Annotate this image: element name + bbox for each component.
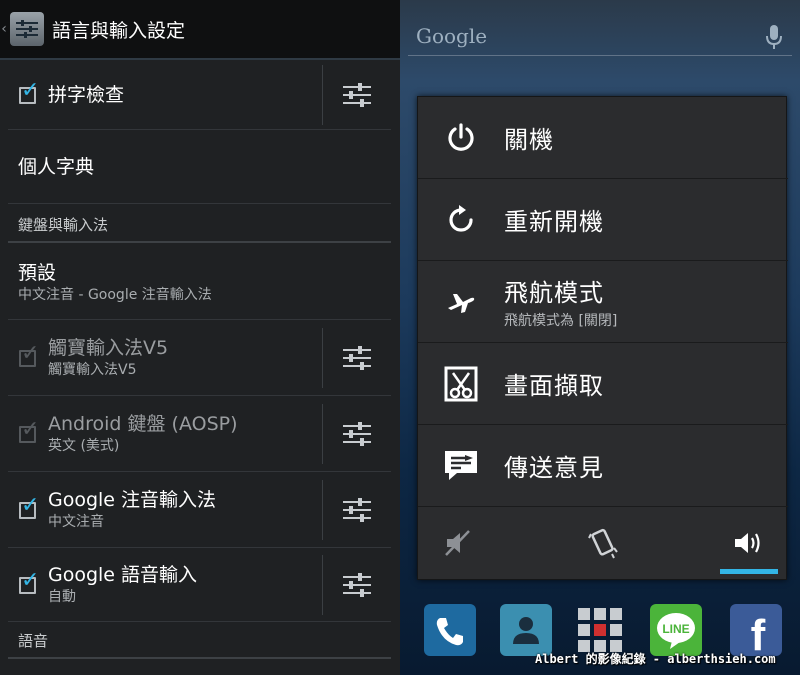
default-label: 預設 [18, 261, 57, 284]
personal-dictionary-row[interactable]: 個人字典 [8, 130, 391, 204]
svg-text:LINE: LINE [662, 622, 689, 636]
feedback-icon [418, 425, 504, 507]
default-input-row[interactable]: 預設 中文注音 - Google 注音輸入法 [8, 246, 391, 320]
spell-check-row[interactable]: ✓ 拼字檢查 [8, 60, 391, 130]
input-method-summary: 英文 (美式) [48, 437, 120, 454]
power-menu-dialog: 關機 重新開機 飛航模式 飛航模式為 [關閉] 畫面擷取 傳送意見 [417, 96, 788, 581]
sound-on-mode-icon[interactable] [718, 523, 778, 563]
input-method-label: Google 語音輸入 [48, 563, 198, 586]
airplane-mode-item[interactable]: 飛航模式 飛航模式為 [關閉] [418, 261, 788, 343]
reboot-icon [418, 179, 504, 261]
app-drawer-icon[interactable] [574, 604, 626, 656]
input-method-label: Google 注音輸入法 [48, 488, 217, 511]
airplane-icon [418, 261, 504, 343]
input-method-summary: 觸寶輸入法V5 [48, 361, 137, 378]
selected-sound-mode-indicator [720, 569, 778, 574]
facebook-app-icon[interactable]: f [730, 604, 782, 660]
contacts-app-icon[interactable] [500, 604, 552, 656]
line-app-icon[interactable]: LINE [650, 604, 702, 656]
screenshot-item[interactable]: 畫面擷取 [418, 343, 788, 425]
google-search-bar[interactable]: Google [408, 20, 792, 56]
input-method-row[interactable]: ✓ Google 注音輸入法 中文注音 [8, 472, 391, 548]
watermark: Albert 的影像紀錄 - alberthsieh.com [535, 652, 776, 666]
home-screen-with-power-menu: Google LINE f 關機 重新開機 飛航模式 飛航模式為 [關閉] 畫面… [400, 0, 800, 675]
input-method-row[interactable]: ✓ 觸寶輸入法V5 觸寶輸入法V5 [8, 320, 391, 396]
input-method-summary: 中文注音 [48, 513, 104, 530]
airplane-mode-label: 飛航模式 [504, 279, 604, 307]
power-icon [418, 97, 504, 179]
input-method-label: Android 鍵盤 (AOSP) [48, 412, 238, 435]
input-method-label: 觸寶輸入法V5 [48, 336, 169, 359]
input-method-row[interactable]: ✓ Google 語音輸入 自動 [8, 548, 391, 622]
sound-mode-selector [418, 507, 788, 581]
input-method-settings-icon[interactable] [323, 480, 391, 540]
input-method-row[interactable]: ✓ Android 鍵盤 (AOSP) 英文 (美式) [8, 396, 391, 472]
input-method-checkbox[interactable]: ✓ [18, 494, 40, 521]
input-method-settings-icon[interactable] [323, 328, 391, 388]
section-header-speech: 語音 [8, 630, 391, 659]
send-feedback-item[interactable]: 傳送意見 [418, 425, 788, 507]
screenshot-icon [418, 343, 504, 425]
spell-check-settings-icon[interactable] [323, 65, 391, 125]
input-method-checkbox[interactable]: ✓ [18, 418, 40, 445]
reboot-label: 重新開機 [504, 208, 604, 236]
section-header-keyboard: 鍵盤與輸入法 [8, 214, 391, 243]
vibrate-mode-icon[interactable] [573, 523, 633, 563]
input-method-checkbox[interactable]: ✓ [18, 569, 40, 596]
input-method-settings-icon[interactable] [323, 555, 391, 615]
reboot-item[interactable]: 重新開機 [418, 179, 788, 261]
silent-mode-icon[interactable] [428, 523, 488, 563]
input-method-settings-icon[interactable] [323, 404, 391, 464]
input-method-checkbox[interactable]: ✓ [18, 342, 40, 369]
microphone-icon[interactable] [766, 24, 782, 54]
personal-dictionary-label: 個人字典 [18, 155, 95, 178]
language-input-settings-screen: ‹ 語言與輸入設定 ✓ 拼字檢查 個人字典 鍵盤與輸入法 預設 中文注音 - G… [0, 0, 400, 675]
page-title: 語言與輸入設定 [52, 19, 186, 42]
google-search-label: Google [416, 24, 488, 48]
phone-app-icon[interactable] [424, 604, 476, 656]
spell-check-checkbox[interactable]: ✓ [18, 79, 40, 106]
default-value: 中文注音 - Google 注音輸入法 [18, 286, 212, 303]
spell-check-label: 拼字檢查 [48, 83, 125, 106]
action-bar: ‹ 語言與輸入設定 [0, 0, 400, 60]
send-feedback-label: 傳送意見 [504, 454, 604, 482]
power-off-label: 關機 [504, 126, 554, 154]
up-caret-icon[interactable]: ‹ [0, 0, 8, 59]
airplane-mode-status: 飛航模式為 [關閉] [504, 313, 618, 329]
power-off-item[interactable]: 關機 [418, 97, 788, 179]
settings-sliders-icon[interactable] [10, 12, 44, 46]
screenshot-label: 畫面擷取 [504, 372, 604, 400]
input-method-summary: 自動 [48, 588, 76, 605]
